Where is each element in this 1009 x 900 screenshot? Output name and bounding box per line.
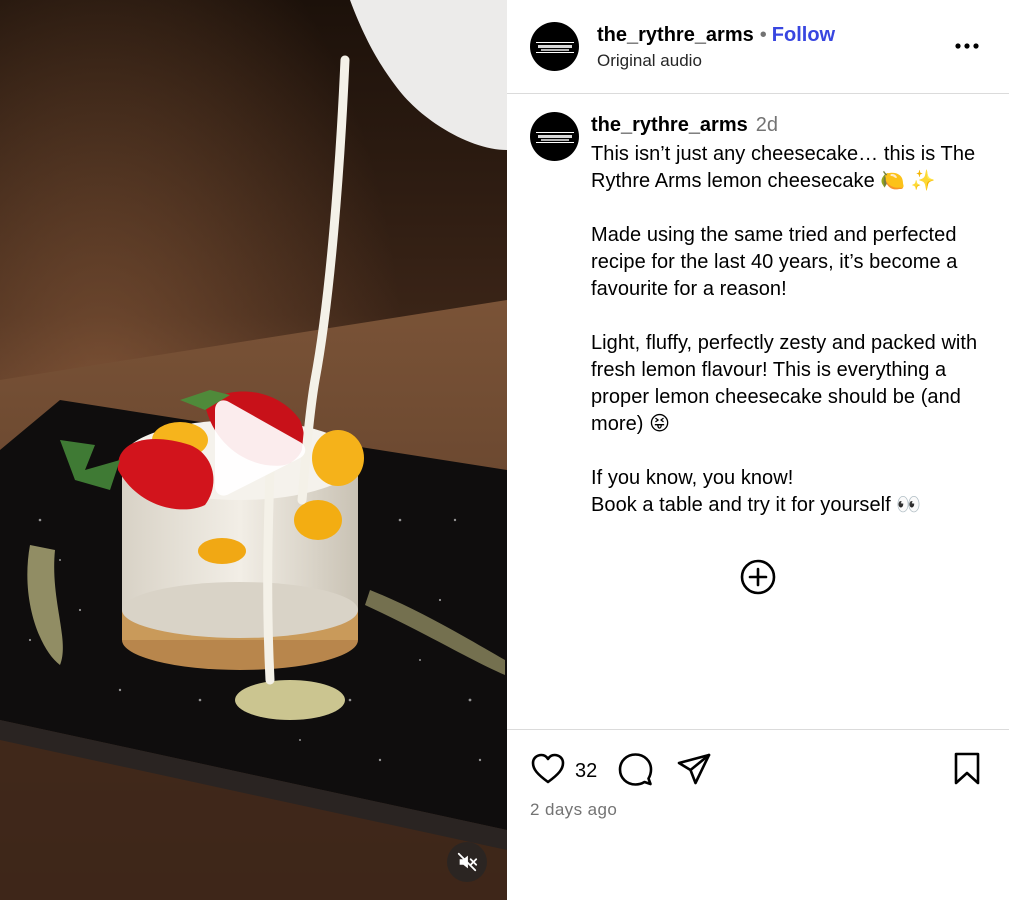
rythre-arms-logo-icon: [535, 41, 574, 53]
play-button[interactable]: [205, 398, 310, 498]
like-button[interactable]: [529, 750, 567, 788]
reel-video[interactable]: [0, 0, 507, 900]
share-button[interactable]: [675, 750, 713, 788]
post-date[interactable]: 2 days ago: [530, 800, 617, 820]
profile-avatar[interactable]: [530, 22, 579, 71]
caption-text: This isn’t just any cheesecake… this is …: [591, 143, 978, 516]
more-options-icon: [955, 43, 979, 49]
header-username-row: the_rythre_arms • Follow: [597, 24, 835, 47]
mute-toggle-button[interactable]: [447, 842, 487, 882]
rythre-arms-logo-icon: [535, 131, 574, 143]
header-username[interactable]: the_rythre_arms: [597, 24, 754, 46]
separator-dot: •: [759, 24, 767, 46]
comment-button[interactable]: [616, 750, 654, 788]
post-age[interactable]: 2d: [756, 114, 778, 136]
save-button[interactable]: [948, 750, 986, 788]
paper-plane-icon: [677, 753, 711, 785]
caption-avatar[interactable]: [530, 112, 579, 161]
heart-icon: [531, 753, 565, 784]
caption-username-row: the_rythre_arms 2d: [591, 114, 778, 137]
caption-username[interactable]: the_rythre_arms: [591, 114, 748, 136]
load-more-comments-button[interactable]: [739, 558, 777, 596]
post-actions-bar: 32 2 days ago: [507, 729, 1009, 900]
like-count[interactable]: 32: [575, 760, 597, 783]
follow-button[interactable]: Follow: [772, 24, 835, 46]
post-header: the_rythre_arms • Follow Original audio: [507, 0, 1009, 94]
bookmark-icon: [954, 752, 980, 785]
post-side-panel: the_rythre_arms • Follow Original audio th…: [507, 0, 1009, 900]
more-options-button[interactable]: [953, 36, 981, 56]
comment-bubble-icon: [618, 753, 653, 786]
muted-speaker-icon: [457, 852, 478, 872]
plus-circle-icon: [740, 559, 776, 595]
original-audio-link[interactable]: Original audio: [597, 51, 702, 71]
play-icon: [215, 400, 306, 496]
